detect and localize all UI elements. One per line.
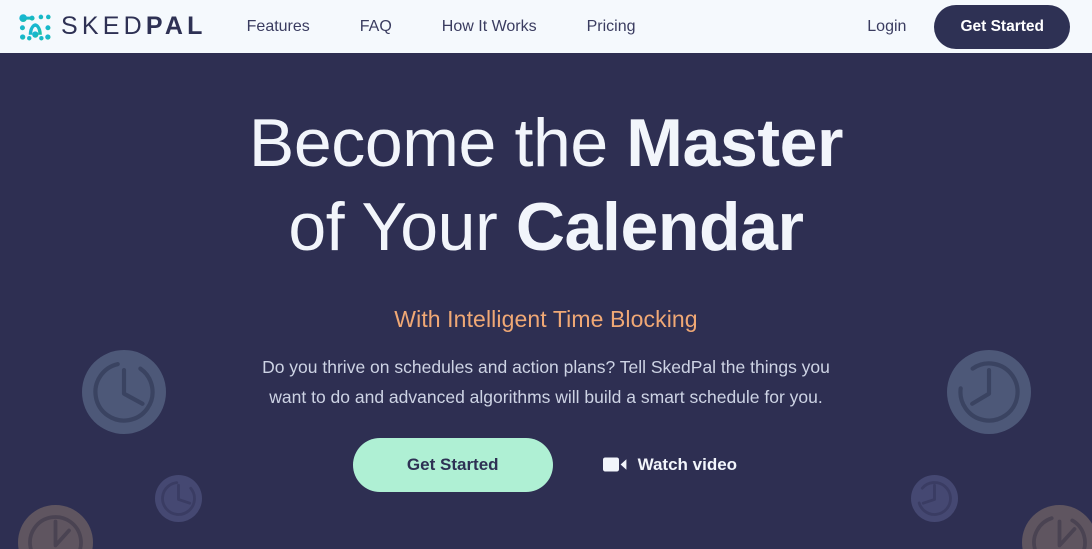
- hero-headline-line1-bold: Master: [626, 105, 844, 181]
- hero-headline-line1-light: Become the: [248, 105, 627, 181]
- hero-headline-line-1: Become the Master: [248, 101, 844, 185]
- skedpal-network-logo-icon: [18, 12, 52, 42]
- video-camera-icon: [602, 456, 627, 473]
- nav-item-how-it-works[interactable]: How It Works: [442, 18, 537, 36]
- brand-logo[interactable]: SKEDPAL: [18, 12, 207, 42]
- hero-get-started-button[interactable]: Get Started: [352, 437, 553, 492]
- hero-headline: Become the Master of Your Calendar: [248, 101, 844, 270]
- hero-subtitle: With Intelligent Time Blocking: [394, 305, 698, 332]
- nav-item-features[interactable]: Features: [247, 18, 310, 36]
- nav-item-faq[interactable]: FAQ: [360, 18, 392, 36]
- hero-headline-line2-light: of Your: [288, 189, 516, 266]
- main-navigation: Features FAQ How It Works Pricing: [247, 18, 636, 36]
- hero-actions: Get Started Watch video: [352, 437, 740, 492]
- header-get-started-button[interactable]: Get Started: [934, 4, 1070, 49]
- brand-wordmark: SKEDPAL: [61, 14, 207, 39]
- hero-content: Become the Master of Your Calendar With …: [0, 53, 1092, 549]
- header-actions: Login Get Started: [867, 4, 1070, 49]
- nav-item-pricing[interactable]: Pricing: [587, 18, 636, 36]
- hero-description: Do you thrive on schedules and action pl…: [262, 356, 830, 407]
- hero-headline-line2-bold: Calendar: [515, 189, 804, 266]
- brand-wordmark-bold: PAL: [145, 12, 207, 40]
- watch-video-button[interactable]: Watch video: [601, 449, 740, 481]
- site-header: SKEDPAL Features FAQ How It Works Pricin…: [0, 0, 1092, 53]
- hero-section: Become the Master of Your Calendar With …: [0, 53, 1092, 549]
- login-link[interactable]: Login: [867, 18, 906, 36]
- watch-video-label: Watch video: [637, 454, 738, 474]
- hero-headline-line-2: of Your Calendar: [249, 185, 843, 269]
- brand-wordmark-light: SKED: [61, 12, 146, 40]
